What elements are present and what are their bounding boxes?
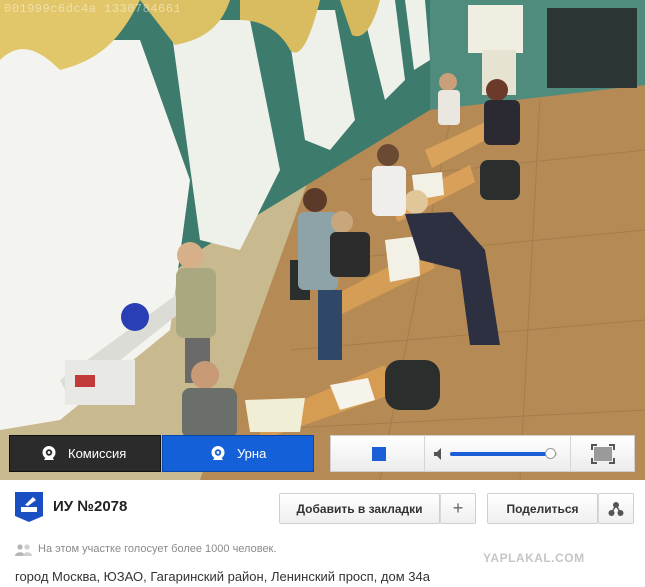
share-options-button[interactable] (598, 493, 634, 524)
volume-slider[interactable] (450, 448, 557, 459)
volume-handle[interactable] (544, 448, 556, 459)
station-address: город Москва, ЮЗАО, Гагаринский район, Л… (15, 569, 430, 584)
add-bookmark-plus-button[interactable]: + (440, 493, 476, 524)
video-scene (0, 0, 645, 480)
polling-station-page: 001999c6dc4a 1330784661 Комиссия Урна ИУ… (0, 0, 645, 587)
tab-commission[interactable]: Комиссия (9, 435, 161, 472)
page-title: ИУ №2078 (53, 498, 128, 515)
speaker-icon[interactable] (434, 448, 444, 460)
webcam-icon (42, 446, 56, 460)
webcam-icon (211, 446, 225, 460)
ballot-box-icon (15, 492, 43, 522)
add-bookmark-button[interactable]: Добавить в закладки (279, 493, 440, 524)
webcam-video[interactable]: 001999c6dc4a 1330784661 (0, 0, 645, 480)
share-nodes-icon (608, 501, 624, 516)
stop-button[interactable] (331, 436, 425, 471)
stop-icon (372, 447, 386, 461)
fullscreen-icon (591, 444, 615, 464)
camera-id-overlay: 001999c6dc4a 1330784661 (4, 2, 182, 16)
share-button[interactable]: Поделиться (487, 493, 598, 524)
tab-commission-label: Комиссия (68, 446, 127, 461)
voters-count-text: На этом участке голосует более 1000 чело… (38, 543, 277, 555)
site-watermark: YAPLAKAL.COM (483, 551, 585, 565)
volume-fill (450, 452, 550, 456)
tab-urn-label: Урна (237, 446, 267, 461)
people-icon (15, 544, 32, 556)
tab-urn[interactable]: Урна (162, 435, 314, 472)
volume-control (426, 436, 571, 471)
player-controls (330, 435, 635, 472)
fullscreen-button[interactable] (572, 436, 634, 471)
